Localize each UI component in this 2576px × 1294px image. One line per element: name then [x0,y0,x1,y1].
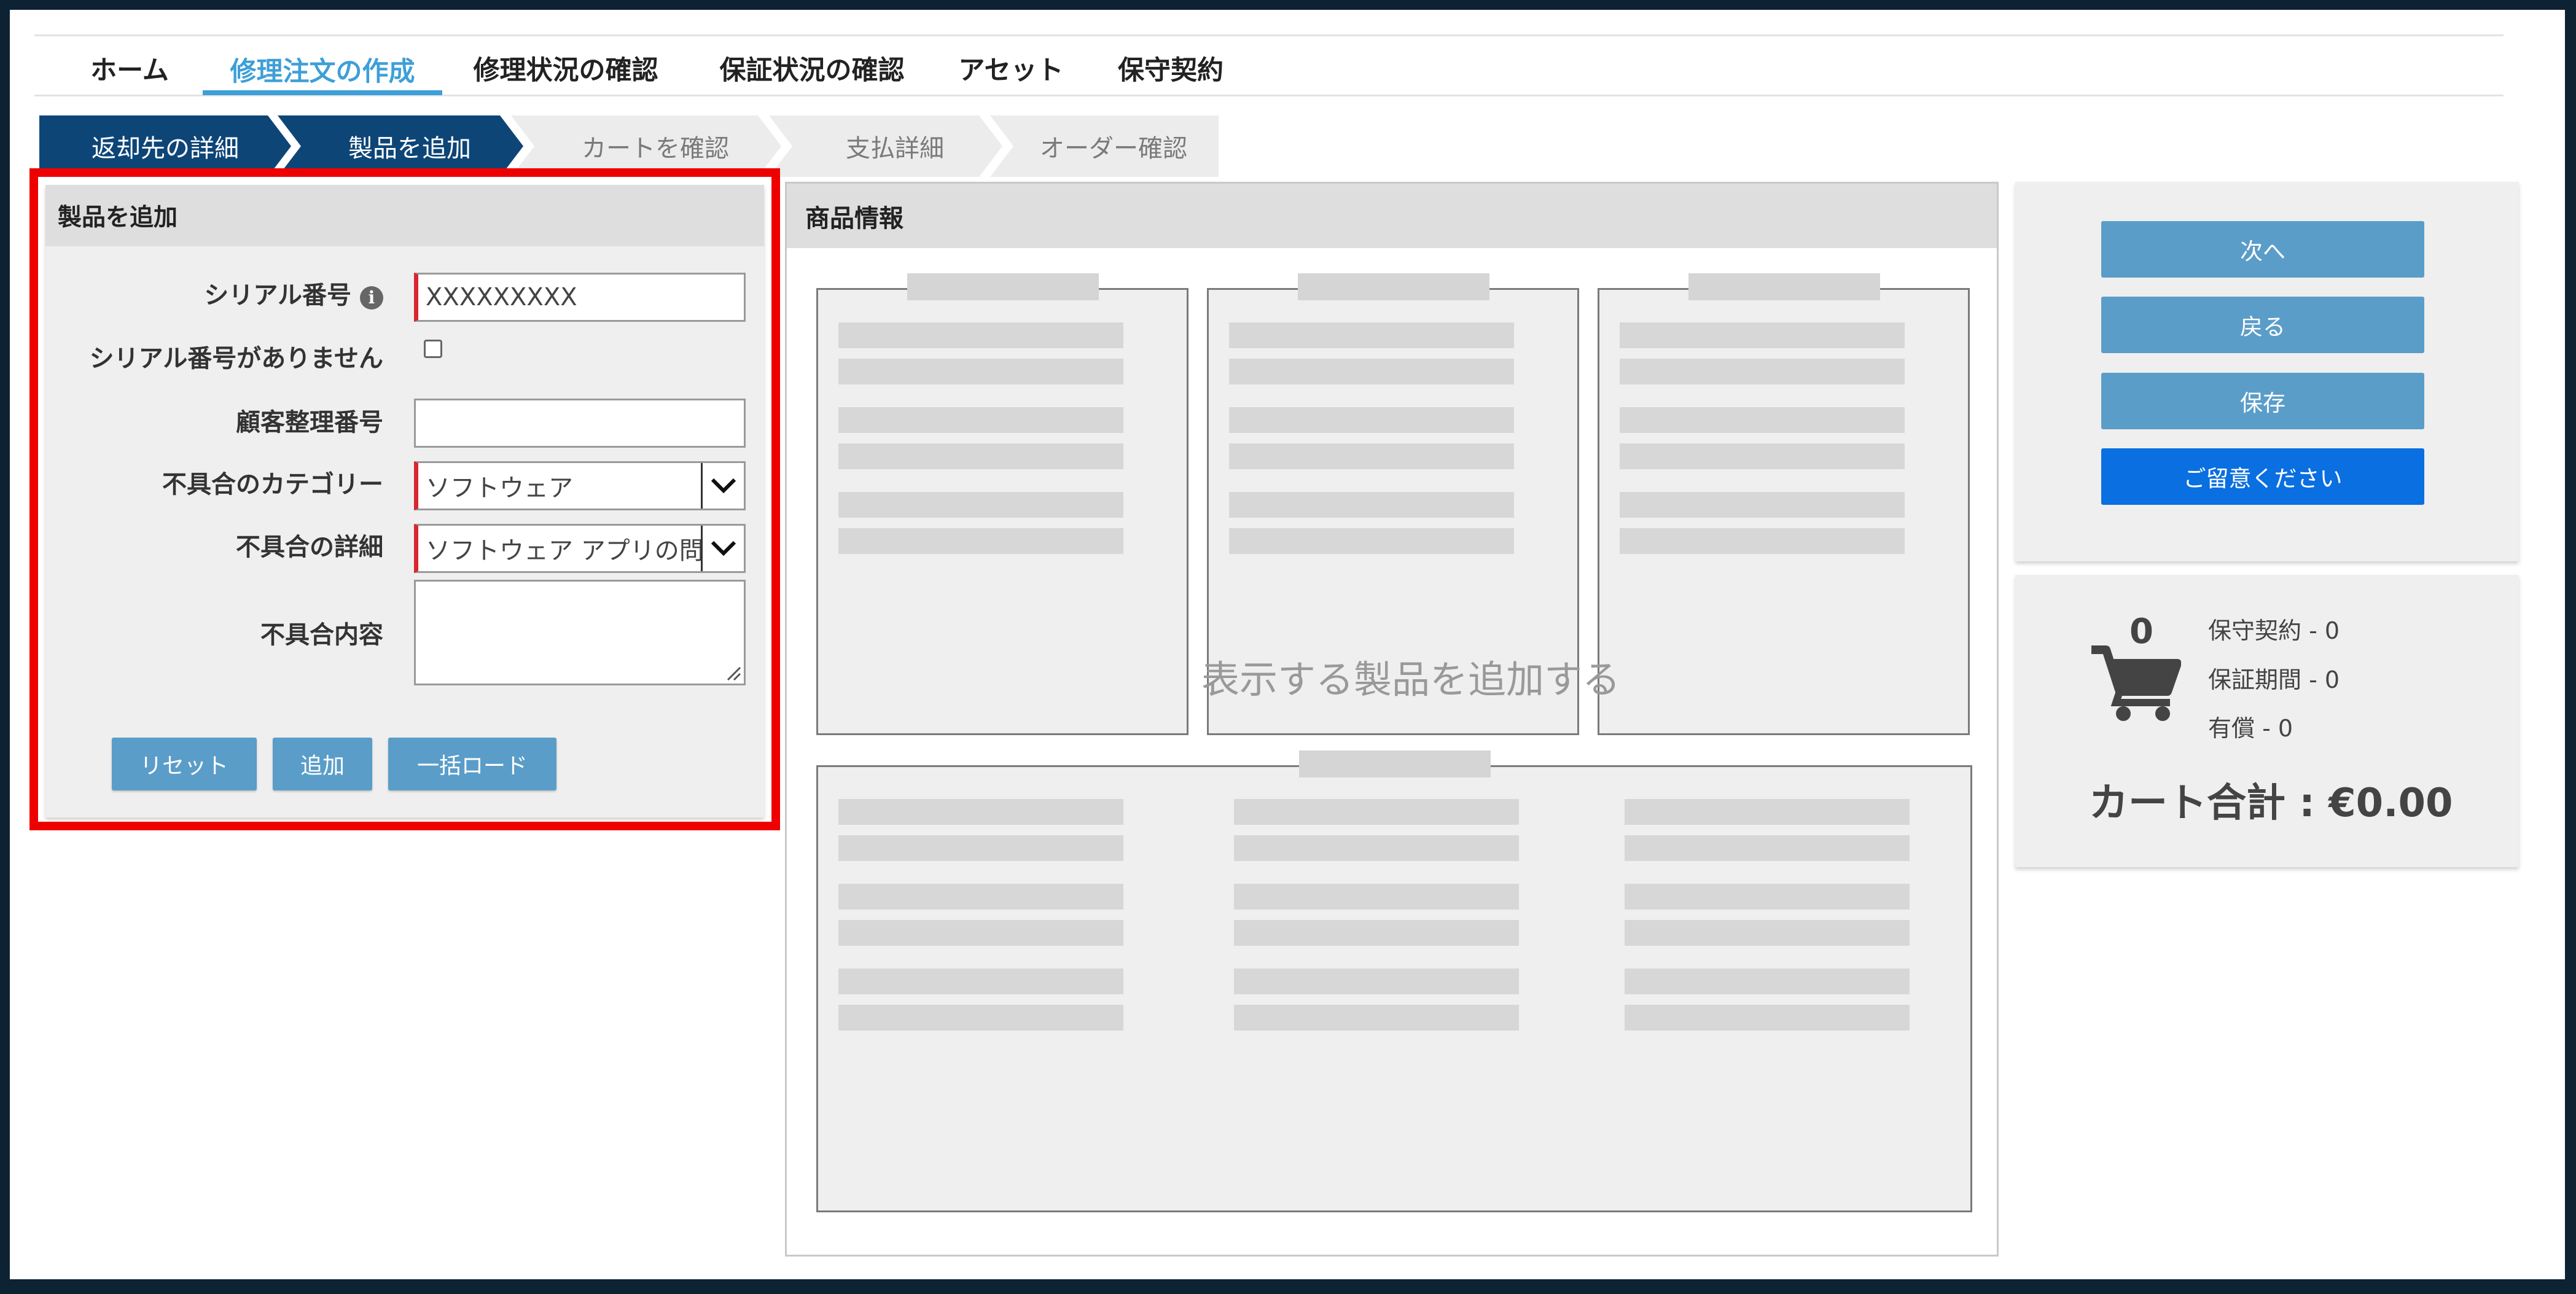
skeleton-line [1229,528,1514,554]
next-button[interactable]: 次へ [2101,221,2424,278]
skeleton-line [838,835,1123,861]
skeleton-card-tab [1688,273,1880,300]
nav-top-divider [34,34,2504,36]
skeleton-line [1229,443,1514,469]
cart-warranty-count: 保証期間 - 0 [2208,666,2340,693]
skeleton-line [1234,969,1519,994]
skeleton-line [838,884,1123,910]
skeleton-line [838,920,1123,946]
skeleton-line [1620,528,1905,554]
skeleton-line [1620,407,1905,433]
tab-create-repair-order[interactable]: 修理注文の作成 [203,44,442,95]
skeleton-line [1234,884,1519,910]
skeleton-line [838,359,1123,384]
skeleton-line [1620,359,1905,384]
skeleton-line [1625,799,1910,825]
skeleton-line [1625,1005,1910,1031]
cart-summary-panel: 0 保守契約 - 0 保証期間 - 0 有償 - 0 カート合計 : €0.00 [2015,575,2519,867]
skeleton-line [838,799,1123,825]
breadcrumb-step-return-details[interactable]: 返却先の詳細 [39,115,291,177]
skeleton-line [1620,443,1905,469]
breadcrumb-step-payment[interactable]: 支払詳細 [769,115,1002,177]
skeleton-line [838,322,1123,348]
skeleton-line [1625,884,1910,910]
cart-icon [2091,645,2181,721]
breadcrumb-step-add-product[interactable]: 製品を追加 [278,115,523,177]
breadcrumb-step-review-cart[interactable]: カートを確認 [511,115,781,177]
skeleton-line [1229,322,1514,348]
skeleton-card-tab [1298,273,1489,300]
skeleton-line [838,1005,1123,1031]
skeleton-line [1620,322,1905,348]
skeleton-card-tab [1299,750,1491,778]
tab-home[interactable]: ホーム [71,44,188,93]
tab-repair-status[interactable]: 修理状況の確認 [458,44,673,93]
skeleton-line [838,969,1123,994]
skeleton-line [838,407,1123,433]
skeleton-line [1620,492,1905,518]
skeleton-line [838,492,1123,518]
skeleton-line [1229,359,1514,384]
skeleton-line [1229,492,1514,518]
skeleton-line [1234,1005,1519,1031]
app-window: ホーム 修理注文の作成 修理状況の確認 保証状況の確認 アセット 保守契約 返却… [10,10,2565,1279]
skeleton-line [1234,799,1519,825]
product-info-title: 商品情報 [787,184,1997,248]
highlight-frame [29,168,780,830]
skeleton-line [1234,920,1519,946]
action-panel: 次へ 戻る 保存 ご留意ください [2015,182,2519,561]
skeleton-line [1234,835,1519,861]
skeleton-line [838,443,1123,469]
tab-assets[interactable]: アセット [943,44,1079,93]
skeleton-line [1625,969,1910,994]
tab-maintenance-contract[interactable]: 保守契約 [1103,44,1238,93]
save-button[interactable]: 保存 [2101,373,2424,429]
breadcrumb: 返却先の詳細 製品を追加 カートを確認 支払詳細 オーダー確認 [39,115,1219,177]
tab-warranty-status[interactable]: 保証状況の確認 [703,44,921,93]
skeleton-line [1625,920,1910,946]
skeleton-card-tab [907,273,1099,300]
empty-state-text: 表示する製品を追加する [1201,657,1621,702]
cart-maintenance-count: 保守契約 - 0 [2208,617,2340,644]
skeleton-line [1229,407,1514,433]
cart-total: カート合計 : €0.00 [2089,781,2453,826]
breadcrumb-step-order-confirm[interactable]: オーダー確認 [990,115,1219,177]
back-button[interactable]: 戻る [2101,297,2424,353]
product-info-panel: 商品情報 [785,182,1999,1257]
notice-button[interactable]: ご留意ください [2101,448,2424,505]
cart-paid-count: 有償 - 0 [2208,715,2293,742]
skeleton-line [1625,835,1910,861]
skeleton-line [838,528,1123,554]
